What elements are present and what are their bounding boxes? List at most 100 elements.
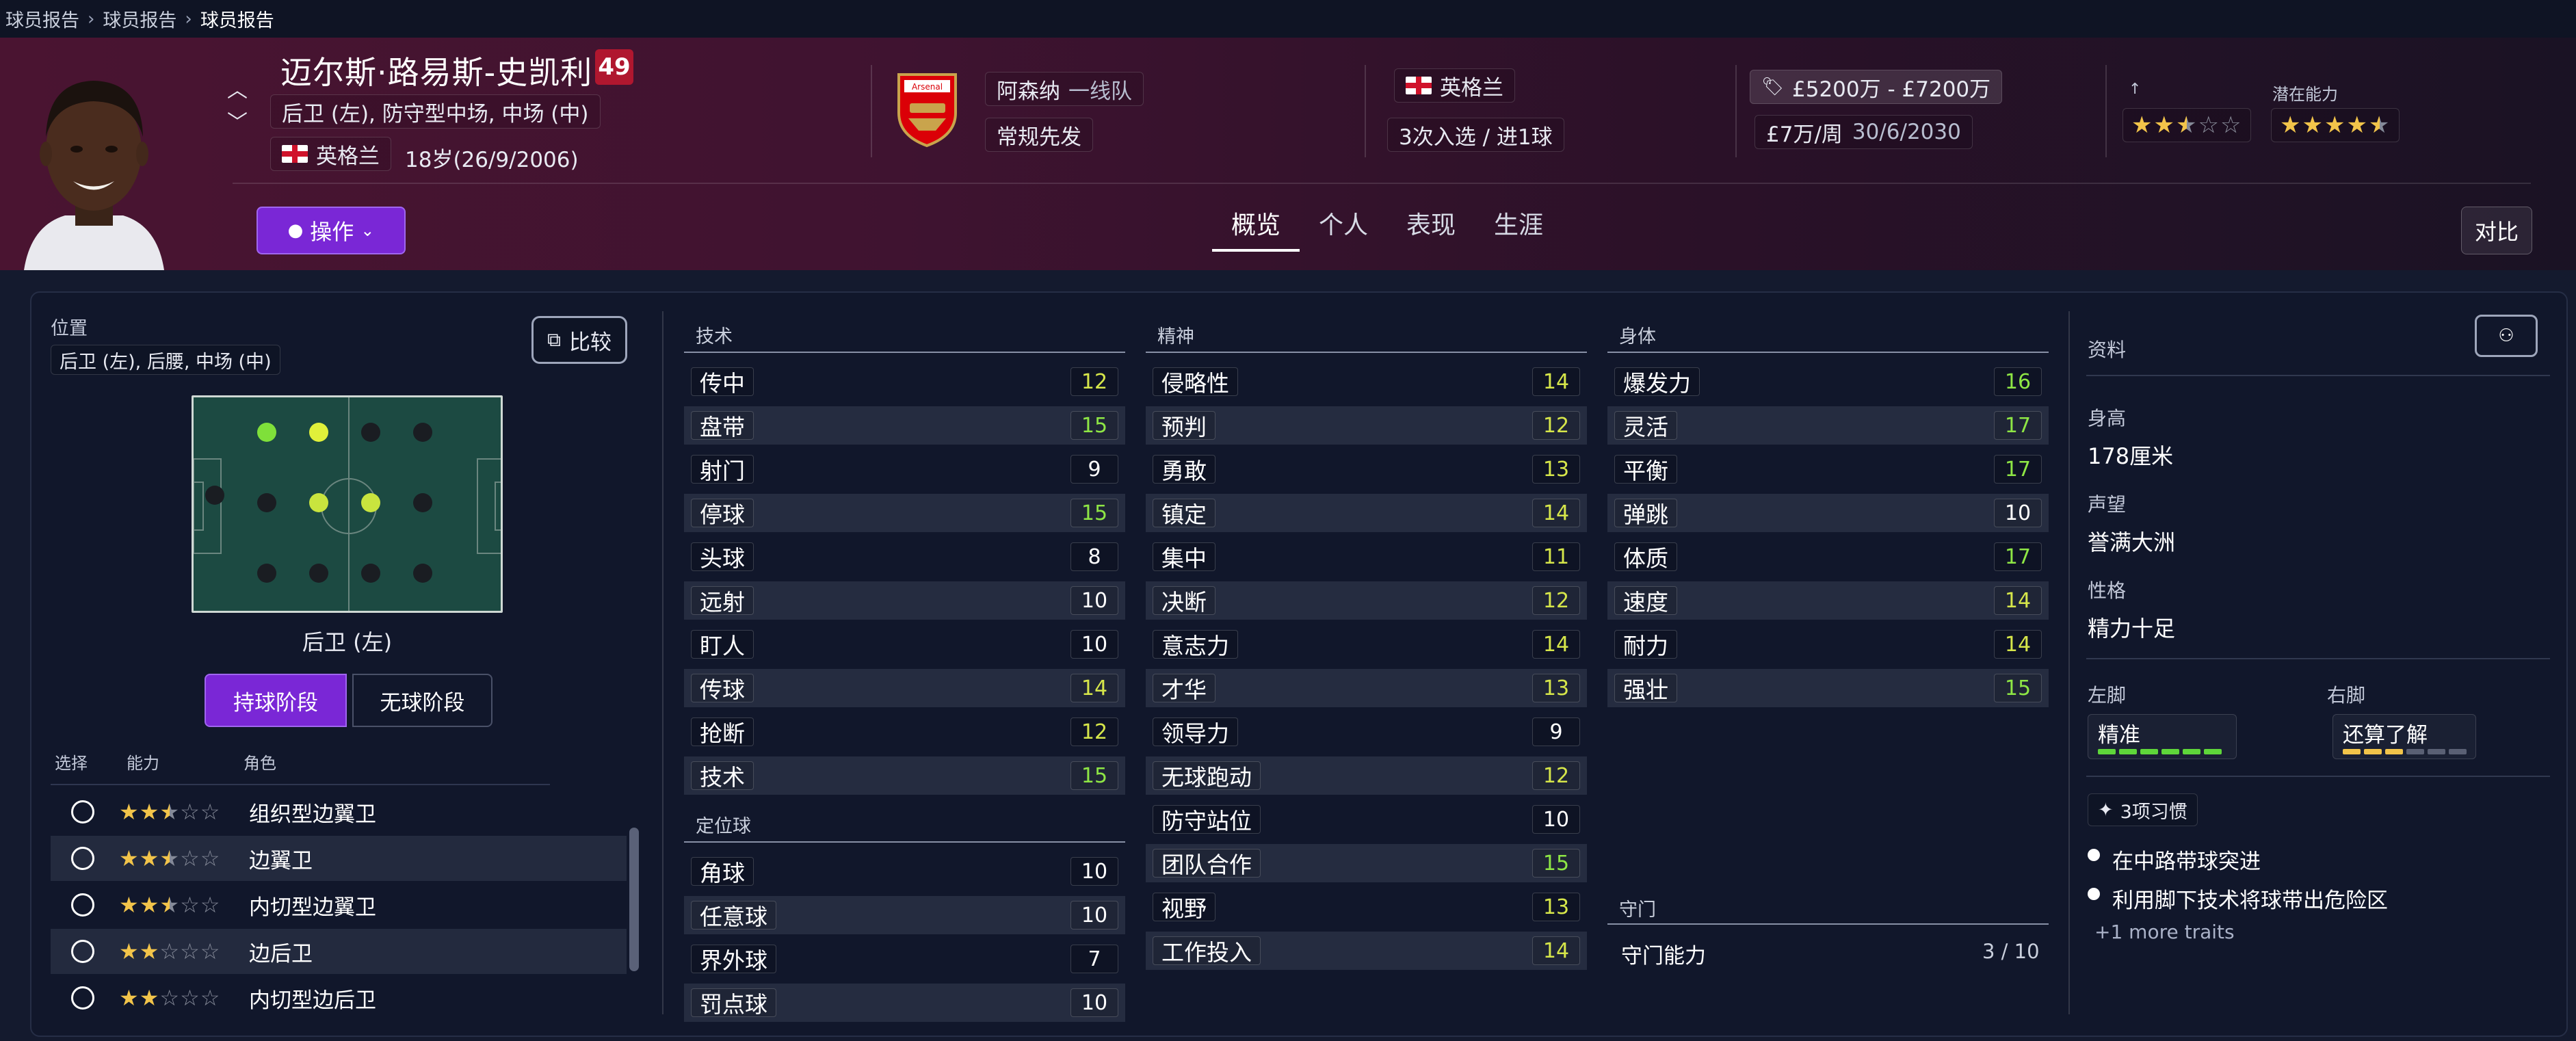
position-dot-fullback-left[interactable] <box>257 423 276 442</box>
role-radio[interactable] <box>71 800 94 823</box>
nationality-chip[interactable]: 英格兰 <box>270 137 391 171</box>
attribute-row[interactable]: 侵略性 14 <box>1146 363 1587 401</box>
compare-positions-button[interactable]: ⧉ 比较 <box>531 316 627 364</box>
attribute-row[interactable]: 停球 15 <box>684 494 1125 532</box>
tab-personal[interactable]: 个人 <box>1319 205 1368 241</box>
attribute-value: 13 <box>1532 455 1580 484</box>
left-foot-value: 精准 <box>2098 723 2140 748</box>
role-row[interactable]: ★★☆☆☆ 内切型边后卫 <box>51 975 627 1020</box>
attribute-row[interactable]: 领导力 9 <box>1146 713 1587 751</box>
chevron-down-icon: ⌄ <box>360 221 375 240</box>
attribute-name: 抢断 <box>691 717 754 747</box>
attribute-row[interactable]: 灵活 17 <box>1607 406 2049 445</box>
attribute-name: 头球 <box>691 542 754 572</box>
attribute-row[interactable]: 耐力 14 <box>1607 625 2049 663</box>
chevron-down-icon[interactable]: ﹀ <box>227 113 248 133</box>
attribute-row[interactable]: 意志力 14 <box>1146 625 1587 663</box>
breadcrumb-item[interactable]: 球员报告 <box>103 5 176 32</box>
position-dot[interactable] <box>257 493 276 512</box>
role-name: 内切型边后卫 <box>249 988 376 1013</box>
role-row[interactable]: ★★★☆☆ 组织型边翼卫 <box>51 789 627 834</box>
attribute-row[interactable]: 界外球 7 <box>684 940 1125 978</box>
goalkeeping-rule <box>1607 923 2049 925</box>
role-row[interactable]: ★★☆☆☆ 边后卫 <box>51 929 627 974</box>
attribute-row[interactable]: 决断 12 <box>1146 581 1587 620</box>
right-foot-value: 还算了解 <box>2343 723 2428 748</box>
position-dot-dm[interactable] <box>309 493 328 512</box>
breadcrumb-item[interactable]: 球员报告 <box>5 5 79 32</box>
attribute-row[interactable]: 盘带 15 <box>684 406 1125 445</box>
goalkeeping-title: 守门 <box>1619 899 1656 921</box>
attribute-name: 决断 <box>1153 586 1215 616</box>
trait-item: 利用脚下技术将球带出危险区 <box>2112 888 2388 913</box>
chevron-up-icon[interactable]: ︿ <box>227 81 248 101</box>
role-radio[interactable] <box>71 986 94 1010</box>
attribute-row[interactable]: 平衡 17 <box>1607 450 2049 488</box>
traits-chip[interactable]: ✦ 3项习惯 <box>2088 793 2198 826</box>
more-traits-link[interactable]: +1 more traits <box>2094 921 2235 940</box>
attribute-row[interactable]: 防守站位 10 <box>1146 800 1587 839</box>
attribute-row[interactable]: 体质 17 <box>1607 538 2049 576</box>
position-dot[interactable] <box>309 564 328 583</box>
reputation-value: 誉满大洲 <box>2088 529 2176 555</box>
attribute-row[interactable]: 任意球 10 <box>684 896 1125 934</box>
value-chip[interactable]: 🏷 £5200万 - £7200万 <box>1750 70 2003 104</box>
tab-career[interactable]: 生涯 <box>1494 205 1543 241</box>
position-dot-wingback-left[interactable] <box>309 423 328 442</box>
role-name: 组织型边翼卫 <box>249 802 376 827</box>
attribute-row[interactable]: 角球 10 <box>684 852 1125 891</box>
attribute-row[interactable]: 传中 12 <box>684 363 1125 401</box>
attribute-row[interactable]: 镇定 14 <box>1146 494 1587 532</box>
attribute-row[interactable]: 强壮 15 <box>1607 669 2049 707</box>
wage: £7万/周 <box>1766 122 1843 147</box>
attribute-row[interactable]: 弹跳 10 <box>1607 494 2049 532</box>
role-radio[interactable] <box>71 893 94 917</box>
role-rating-stars: ★★☆☆☆ <box>119 938 221 964</box>
role-row[interactable]: ★★★☆☆ 内切型边翼卫 <box>51 882 627 927</box>
compare-button[interactable]: 对比 <box>2461 207 2532 254</box>
roles-scrollbar[interactable] <box>629 828 639 971</box>
attribute-row[interactable]: 头球 8 <box>684 538 1125 576</box>
attribute-row[interactable]: 罚点球 10 <box>684 984 1125 1022</box>
personality-value: 精力十足 <box>2088 616 2176 642</box>
club-chip[interactable]: 阿森纳 一线队 <box>985 72 1144 106</box>
in-possession-toggle[interactable]: 持球阶段 <box>205 674 347 727</box>
attribute-row[interactable]: 盯人 10 <box>684 625 1125 663</box>
setpieces-rule <box>684 841 1125 843</box>
attribute-row[interactable]: 视野 13 <box>1146 888 1587 926</box>
attribute-row[interactable]: 勇敢 13 <box>1146 450 1587 488</box>
attribute-row[interactable]: 爆发力 16 <box>1607 363 2049 401</box>
attribute-row[interactable]: 传球 14 <box>684 669 1125 707</box>
position-dot[interactable] <box>257 564 276 583</box>
arsenal-crest-icon[interactable]: Arsenal <box>895 70 960 148</box>
out-of-possession-toggle[interactable]: 无球阶段 <box>352 674 492 727</box>
attribute-row[interactable]: 团队合作 15 <box>1146 844 1587 882</box>
attribute-row[interactable]: 技术 15 <box>684 756 1125 795</box>
position-dot[interactable] <box>413 564 432 583</box>
role-radio[interactable] <box>71 847 94 870</box>
position-dot[interactable] <box>361 564 380 583</box>
role-radio[interactable] <box>71 940 94 963</box>
attribute-row[interactable]: 远射 10 <box>684 581 1125 620</box>
tab-performance[interactable]: 表现 <box>1406 205 1456 241</box>
attribute-row[interactable]: 抢断 12 <box>684 713 1125 751</box>
position-dot[interactable] <box>413 423 432 442</box>
attribute-row[interactable]: 工作投入 14 <box>1146 932 1587 970</box>
nation-chip[interactable]: 英格兰 <box>1394 68 1515 103</box>
tab-overview[interactable]: 概览 <box>1231 205 1280 241</box>
attribute-row[interactable]: 集中 11 <box>1146 538 1587 576</box>
position-dot[interactable] <box>361 423 380 442</box>
attribute-row[interactable]: 预判 12 <box>1146 406 1587 445</box>
action-button[interactable]: ● 操作 ⌄ <box>257 207 406 254</box>
player-age: 18岁(26/9/2006) <box>405 148 579 172</box>
attribute-row[interactable]: 速度 14 <box>1607 581 2049 620</box>
attribute-row[interactable]: 无球跑动 12 <box>1146 756 1587 795</box>
position-dot-mc[interactable] <box>361 493 380 512</box>
profile-settings-icon[interactable]: ⚇ <box>2475 315 2538 357</box>
attribute-row[interactable]: 射门 9 <box>684 450 1125 488</box>
foot-level-bar <box>2428 749 2445 754</box>
position-dot[interactable] <box>413 493 432 512</box>
position-dot[interactable] <box>205 486 224 505</box>
role-row[interactable]: ★★★☆☆ 边翼卫 <box>51 836 627 881</box>
attribute-row[interactable]: 才华 13 <box>1146 669 1587 707</box>
